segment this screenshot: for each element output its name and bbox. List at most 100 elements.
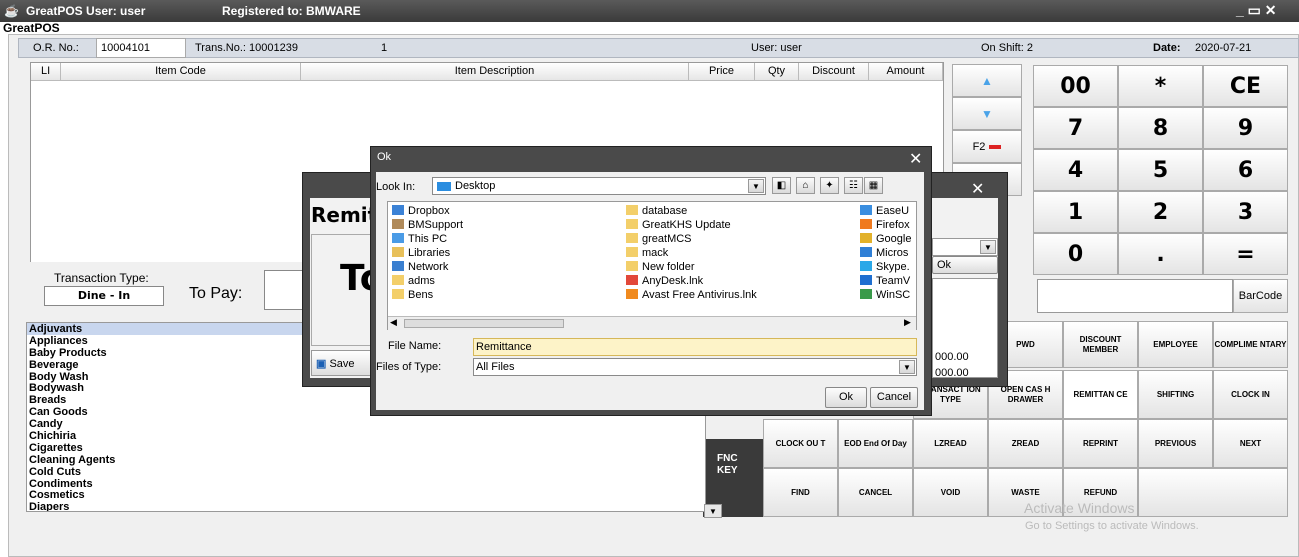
- key-5[interactable]: 5: [1118, 149, 1203, 191]
- list-item[interactable]: Bens: [392, 289, 433, 302]
- list-item[interactable]: database: [626, 205, 687, 218]
- list-item[interactable]: Google: [860, 233, 911, 246]
- close-icon[interactable]: ✕: [909, 149, 922, 169]
- list-item[interactable]: WinSC: [860, 289, 910, 302]
- list-item[interactable]: Libraries: [392, 247, 450, 260]
- scroll-up-button[interactable]: ▲: [952, 64, 1022, 97]
- file-list[interactable]: Dropbox BMSupport This PC Libraries Netw…: [387, 201, 917, 330]
- list-item[interactable]: greatMCS: [626, 233, 692, 246]
- col-header-amount[interactable]: Amount: [869, 63, 943, 81]
- col-header-item-code[interactable]: Item Code: [61, 63, 301, 81]
- fn-reprint[interactable]: REPRINT: [1063, 419, 1138, 468]
- fn-zread[interactable]: ZREAD: [988, 419, 1063, 468]
- category-item[interactable]: Cleaning Agents: [27, 454, 705, 466]
- list-item[interactable]: TeamV: [860, 275, 910, 288]
- list-item[interactable]: Skype.: [860, 261, 910, 274]
- key-00[interactable]: 00: [1033, 65, 1118, 107]
- triangle-down-icon: ▼: [981, 106, 993, 121]
- key-decimal[interactable]: .: [1118, 233, 1203, 275]
- key-9[interactable]: 9: [1203, 107, 1288, 149]
- close-icon[interactable]: ✕: [971, 179, 984, 199]
- fn-remittance[interactable]: REMITTAN CE: [1063, 370, 1138, 419]
- fn-shifting[interactable]: SHIFTING: [1138, 370, 1213, 419]
- list-item[interactable]: EaseU: [860, 205, 909, 218]
- remit-combo[interactable]: ▼: [932, 238, 998, 256]
- list-item[interactable]: This PC: [392, 233, 447, 246]
- barcode-input[interactable]: [1037, 279, 1233, 313]
- col-header-li[interactable]: LI: [31, 63, 61, 81]
- key-multiply[interactable]: *: [1118, 65, 1203, 107]
- key-3[interactable]: 3: [1203, 191, 1288, 233]
- key-ce[interactable]: CE: [1203, 65, 1288, 107]
- window-controls[interactable]: _ ▭ ✕: [1236, 2, 1277, 19]
- horizontal-scrollbar[interactable]: ◀ ▶: [388, 316, 916, 330]
- key-8[interactable]: 8: [1118, 107, 1203, 149]
- remit-ok-button[interactable]: Ok: [932, 256, 998, 274]
- fn-empty[interactable]: [1138, 468, 1288, 517]
- transaction-type-value[interactable]: Dine - In: [44, 286, 164, 306]
- key-4[interactable]: 4: [1033, 149, 1118, 191]
- fn-clock-out[interactable]: CLOCK OU T: [763, 419, 838, 468]
- save-button[interactable]: ▣ Save: [311, 350, 371, 376]
- fn-employee[interactable]: EMPLOYEE: [1138, 321, 1213, 368]
- category-item[interactable]: Cigarettes: [27, 442, 705, 454]
- f2-button[interactable]: F2: [952, 130, 1022, 163]
- list-view-icon[interactable]: ☷: [844, 177, 863, 194]
- file-name: Dropbox: [408, 205, 450, 217]
- fn-clock-in[interactable]: CLOCK IN: [1213, 370, 1288, 419]
- file-name-input[interactable]: Remittance: [473, 338, 917, 356]
- fn-eod[interactable]: EOD End Of Day: [838, 419, 913, 468]
- scrollbar-thumb[interactable]: [404, 319, 564, 328]
- key-0[interactable]: 0: [1033, 233, 1118, 275]
- list-item[interactable]: mack: [626, 247, 668, 260]
- list-item[interactable]: GreatKHS Update: [626, 219, 731, 232]
- details-view-icon[interactable]: ▦: [864, 177, 883, 194]
- scroll-down-button[interactable]: ▼: [952, 97, 1022, 130]
- key-2[interactable]: 2: [1118, 191, 1203, 233]
- col-header-price[interactable]: Price: [689, 63, 755, 81]
- category-item[interactable]: Candy: [27, 418, 705, 430]
- list-item[interactable]: AnyDesk.lnk: [626, 275, 703, 288]
- barcode-button[interactable]: BarCode: [1233, 279, 1288, 313]
- fn-next[interactable]: NEXT: [1213, 419, 1288, 468]
- fn-discount-member[interactable]: DISCOUNT MEMBER: [1063, 321, 1138, 368]
- file-type-combo[interactable]: All Files ▼: [473, 358, 917, 376]
- home-icon[interactable]: ⌂: [796, 177, 815, 194]
- category-dropdown-button[interactable]: ▼: [704, 504, 722, 518]
- look-in-combo[interactable]: Desktop ▼: [432, 177, 766, 195]
- key-1[interactable]: 1: [1033, 191, 1118, 233]
- new-folder-icon[interactable]: ✦: [820, 177, 839, 194]
- list-item[interactable]: BMSupport: [392, 219, 463, 232]
- list-item[interactable]: adms: [392, 275, 435, 288]
- category-item[interactable]: Diapers: [27, 501, 705, 511]
- col-header-item-description[interactable]: Item Description: [301, 63, 689, 81]
- list-item[interactable]: Network: [392, 261, 448, 274]
- fn-find[interactable]: FIND: [763, 468, 838, 517]
- list-item[interactable]: New folder: [626, 261, 695, 274]
- fn-cancel[interactable]: CANCEL: [838, 468, 913, 517]
- activation-watermark-title: Activate Windows: [1024, 500, 1135, 516]
- ok-button[interactable]: Ok: [825, 387, 867, 408]
- chevron-right-icon[interactable]: ▶: [904, 317, 911, 328]
- col-header-qty[interactable]: Qty: [755, 63, 799, 81]
- cancel-button[interactable]: Cancel: [870, 387, 918, 408]
- fn-complimentary[interactable]: COMPLIME NTARY: [1213, 321, 1288, 368]
- list-item[interactable]: Micros: [860, 247, 908, 260]
- fn-void[interactable]: VOID: [913, 468, 988, 517]
- fn-previous[interactable]: PREVIOUS: [1138, 419, 1213, 468]
- category-item[interactable]: Cosmetics: [27, 489, 705, 502]
- list-item[interactable]: Avast Free Antivirus.lnk: [626, 289, 757, 302]
- fn-lzread[interactable]: LZREAD: [913, 419, 988, 468]
- key-7[interactable]: 7: [1033, 107, 1118, 149]
- list-item[interactable]: Firefox: [860, 219, 910, 232]
- key-equals[interactable]: =: [1203, 233, 1288, 275]
- chevron-left-icon[interactable]: ◀: [390, 317, 397, 328]
- category-item[interactable]: Chichiria: [27, 430, 705, 442]
- up-folder-icon[interactable]: ◧: [772, 177, 791, 194]
- to-pay-field: [264, 270, 305, 310]
- category-item[interactable]: Condiments: [27, 478, 705, 490]
- category-item[interactable]: Cold Cuts: [27, 466, 705, 478]
- key-6[interactable]: 6: [1203, 149, 1288, 191]
- col-header-discount[interactable]: Discount: [799, 63, 869, 81]
- list-item[interactable]: Dropbox: [392, 205, 450, 218]
